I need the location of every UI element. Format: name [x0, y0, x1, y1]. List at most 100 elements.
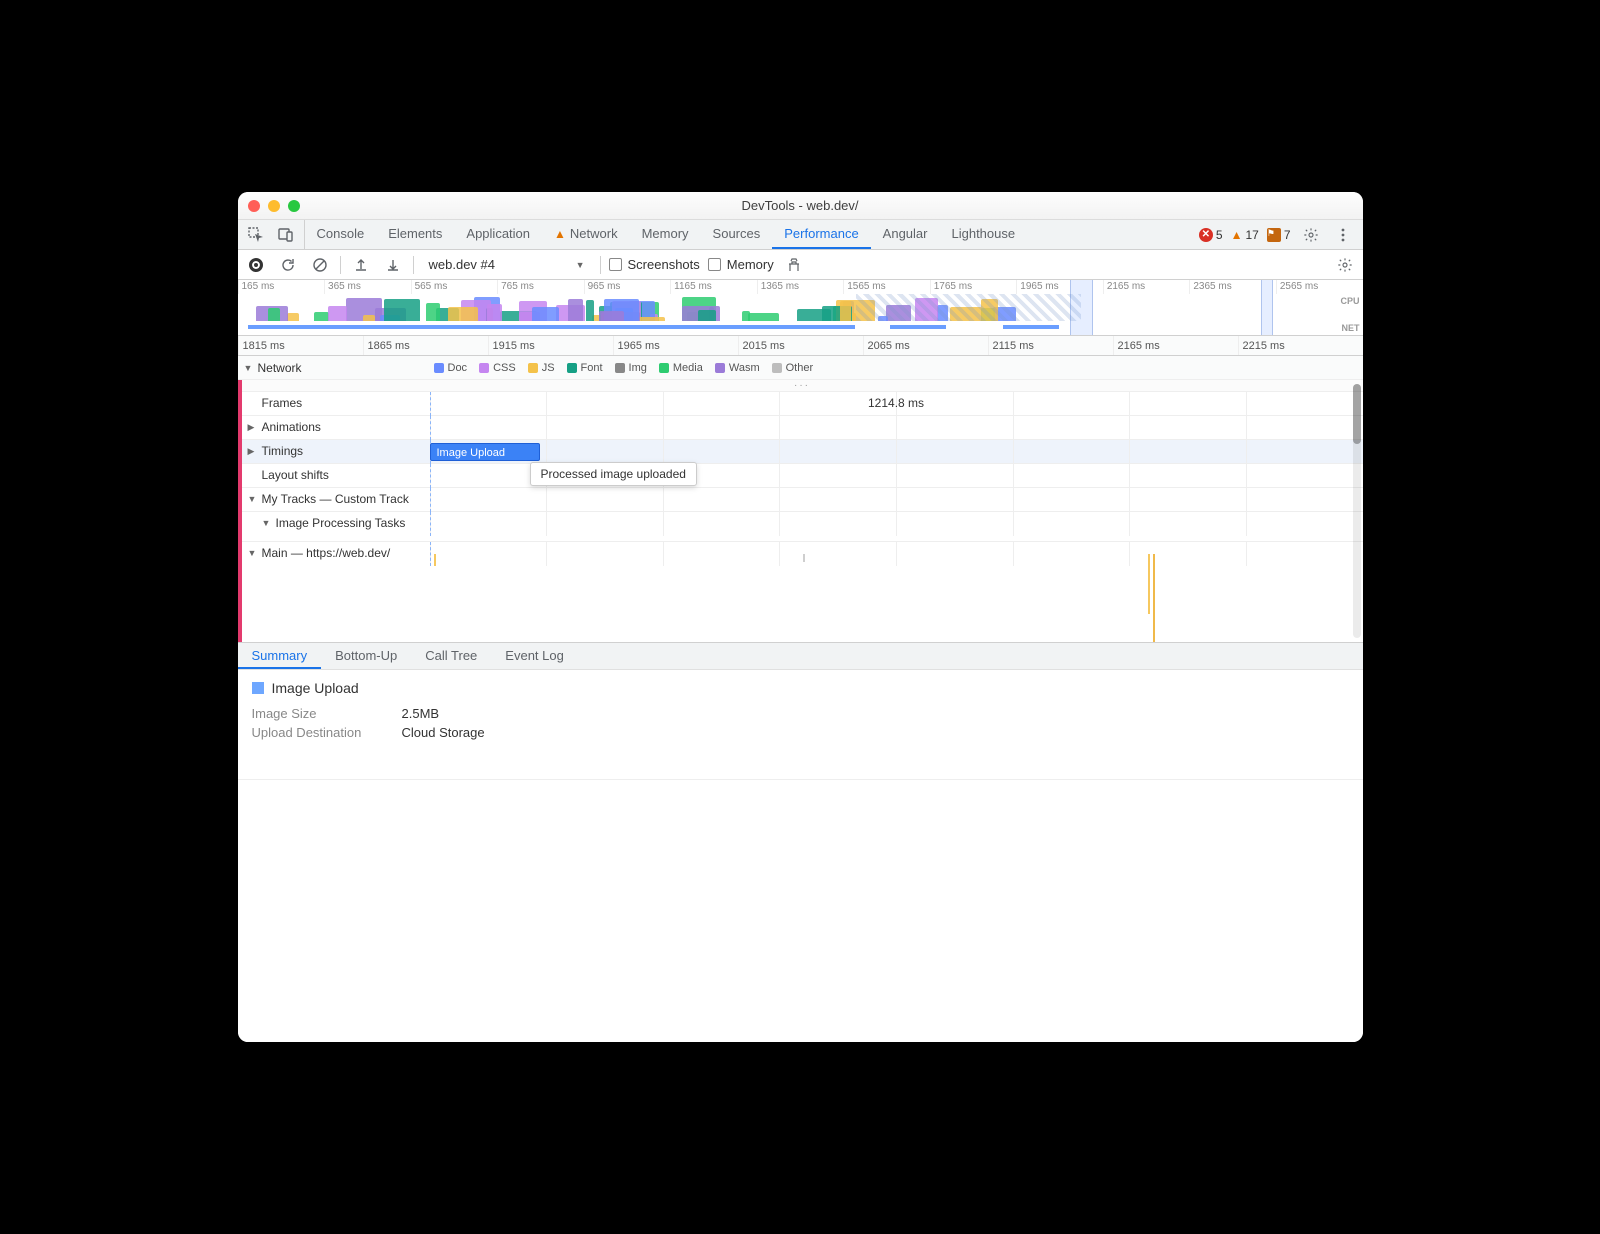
- chevron-down-icon: ▼: [248, 548, 258, 558]
- settings-icon[interactable]: [1299, 223, 1323, 247]
- detail-tab-bottom-up[interactable]: Bottom-Up: [321, 643, 411, 669]
- traffic-lights: [248, 200, 300, 212]
- overview-tick: 2165 ms: [1103, 280, 1190, 294]
- summary-row: Image Size2.5MB: [252, 704, 1349, 723]
- warning-icon: ▲: [554, 227, 566, 241]
- panel-tabs: ConsoleElementsApplication▲NetworkMemory…: [238, 220, 1363, 250]
- chevron-down-icon: ▼: [244, 363, 254, 373]
- upload-profile-icon[interactable]: [349, 253, 373, 277]
- image-processing-track: ▼ Image Processing Tasks: [242, 512, 1363, 542]
- main-thread-toggle[interactable]: ▼ Main — https://web.dev/: [242, 542, 430, 564]
- record-button[interactable]: [244, 253, 268, 277]
- close-window-button[interactable]: [248, 200, 260, 212]
- legend-css: CSS: [479, 362, 516, 374]
- summary-row: Upload DestinationCloud Storage: [252, 723, 1349, 742]
- animations-toggle[interactable]: ▶ Animations: [242, 416, 430, 438]
- overview-tick: 365 ms: [324, 280, 411, 294]
- download-profile-icon[interactable]: [381, 253, 405, 277]
- overview-tick: 565 ms: [411, 280, 498, 294]
- timings-toggle[interactable]: ▶ Timings: [242, 440, 430, 462]
- tab-application[interactable]: Application: [454, 220, 542, 249]
- ruler-tick: 2065 ms: [863, 336, 988, 355]
- chevron-right-icon: ▶: [248, 422, 258, 433]
- network-track-toggle[interactable]: ▼ Network: [238, 357, 426, 379]
- tab-lighthouse[interactable]: Lighthouse: [939, 220, 1027, 249]
- image-processing-toggle[interactable]: ▼ Image Processing Tasks: [242, 512, 430, 534]
- profile-label: web.dev #4: [429, 257, 496, 272]
- devtools-window: DevTools - web.dev/ ConsoleElementsAppli…: [238, 192, 1363, 1042]
- custom-track-group: ▼ My Tracks — Custom Track: [242, 488, 1363, 512]
- error-count[interactable]: ✕ 5: [1199, 228, 1223, 242]
- profile-selector[interactable]: web.dev #4 ▼: [422, 254, 592, 275]
- legend-doc: Doc: [434, 362, 468, 374]
- error-icon: ✕: [1199, 228, 1213, 242]
- tab-angular[interactable]: Angular: [871, 220, 940, 249]
- window-title: DevTools - web.dev/: [741, 198, 858, 213]
- ruler-tick: 2165 ms: [1113, 336, 1238, 355]
- timing-event-image-upload[interactable]: Image Upload: [430, 443, 540, 461]
- frames-toggle[interactable]: ▶ Frames: [242, 392, 430, 414]
- issues-count[interactable]: ⚑ 7: [1267, 228, 1291, 242]
- layout-shifts-toggle[interactable]: ▶ Layout shifts: [242, 464, 430, 486]
- reload-record-button[interactable]: [276, 253, 300, 277]
- ruler-tick: 1915 ms: [488, 336, 613, 355]
- network-header-row: ▼ Network Doc CSS JS Font Img Media Wasm Other: [238, 356, 1363, 380]
- detail-tabs: SummaryBottom-UpCall TreeEvent Log: [238, 642, 1363, 670]
- legend-img: Img: [615, 362, 647, 374]
- garbage-collect-icon[interactable]: [782, 253, 806, 277]
- device-toolbar-icon[interactable]: [274, 223, 298, 247]
- detail-tab-call-tree[interactable]: Call Tree: [411, 643, 491, 669]
- legend-js: JS: [528, 362, 555, 374]
- detail-ruler[interactable]: 1815 ms1865 ms1915 ms1965 ms2015 ms2065 …: [238, 336, 1363, 356]
- legend-font: Font: [567, 362, 603, 374]
- tab-performance[interactable]: Performance: [772, 220, 870, 249]
- overview-selection[interactable]: [1070, 280, 1093, 335]
- overview-tick: 2565 ms: [1276, 280, 1363, 294]
- detail-tab-event-log[interactable]: Event Log: [491, 643, 578, 669]
- overview-tick: 965 ms: [584, 280, 671, 294]
- vertical-scrollbar[interactable]: [1353, 384, 1361, 638]
- memory-checkbox[interactable]: Memory: [708, 257, 774, 272]
- tab-memory[interactable]: Memory: [630, 220, 701, 249]
- issues-icon: ⚑: [1267, 228, 1281, 242]
- perf-toolbar: web.dev #4 ▼ Screenshots Memory: [238, 250, 1363, 280]
- custom-track-toggle[interactable]: ▼ My Tracks — Custom Track: [242, 488, 430, 510]
- legend-media: Media: [659, 362, 703, 374]
- chevron-right-icon: ▶: [248, 446, 258, 457]
- ruler-tick: 2015 ms: [738, 336, 863, 355]
- screenshots-checkbox[interactable]: Screenshots: [609, 257, 700, 272]
- warning-icon: ▲: [1231, 228, 1243, 242]
- chevron-down-icon: ▼: [262, 518, 272, 528]
- network-label: Network: [258, 361, 302, 375]
- capture-settings-icon[interactable]: [1333, 253, 1357, 277]
- chevron-down-icon: ▼: [248, 494, 258, 504]
- summary-title: Image Upload: [272, 680, 359, 696]
- legend-wasm: Wasm: [715, 362, 760, 374]
- net-label: NET: [1342, 323, 1360, 333]
- overview-tick: 1765 ms: [930, 280, 1017, 294]
- ruler-tick: 2115 ms: [988, 336, 1113, 355]
- minimize-window-button[interactable]: [268, 200, 280, 212]
- timings-track: ▶ Timings Image Upload Processed image u…: [242, 440, 1363, 464]
- overview-tick: 765 ms: [497, 280, 584, 294]
- kebab-menu-icon[interactable]: [1331, 223, 1355, 247]
- tooltip: Processed image uploaded: [530, 462, 697, 486]
- summary-panel: Image Upload Image Size2.5MBUpload Desti…: [238, 670, 1363, 780]
- detail-tab-summary[interactable]: Summary: [238, 643, 322, 669]
- frame-duration: 1214.8 ms: [868, 396, 924, 410]
- zoom-window-button[interactable]: [288, 200, 300, 212]
- warning-count[interactable]: ▲ 17: [1231, 228, 1259, 242]
- frames-track: ▶ Frames 1214.8 ms: [242, 392, 1363, 416]
- overview-timeline[interactable]: 165 ms365 ms565 ms765 ms965 ms1165 ms136…: [238, 280, 1363, 336]
- legend-other: Other: [772, 362, 814, 374]
- tab-console[interactable]: Console: [305, 220, 377, 249]
- tab-sources[interactable]: Sources: [701, 220, 773, 249]
- titlebar: DevTools - web.dev/: [238, 192, 1363, 220]
- inspect-element-icon[interactable]: [244, 223, 268, 247]
- tab-network[interactable]: ▲Network: [542, 220, 630, 249]
- clear-button[interactable]: [308, 253, 332, 277]
- collapsed-rows-indicator[interactable]: ···: [242, 380, 1363, 392]
- tab-elements[interactable]: Elements: [376, 220, 454, 249]
- overview-selection-2[interactable]: [1261, 280, 1272, 335]
- ruler-tick: 1965 ms: [613, 336, 738, 355]
